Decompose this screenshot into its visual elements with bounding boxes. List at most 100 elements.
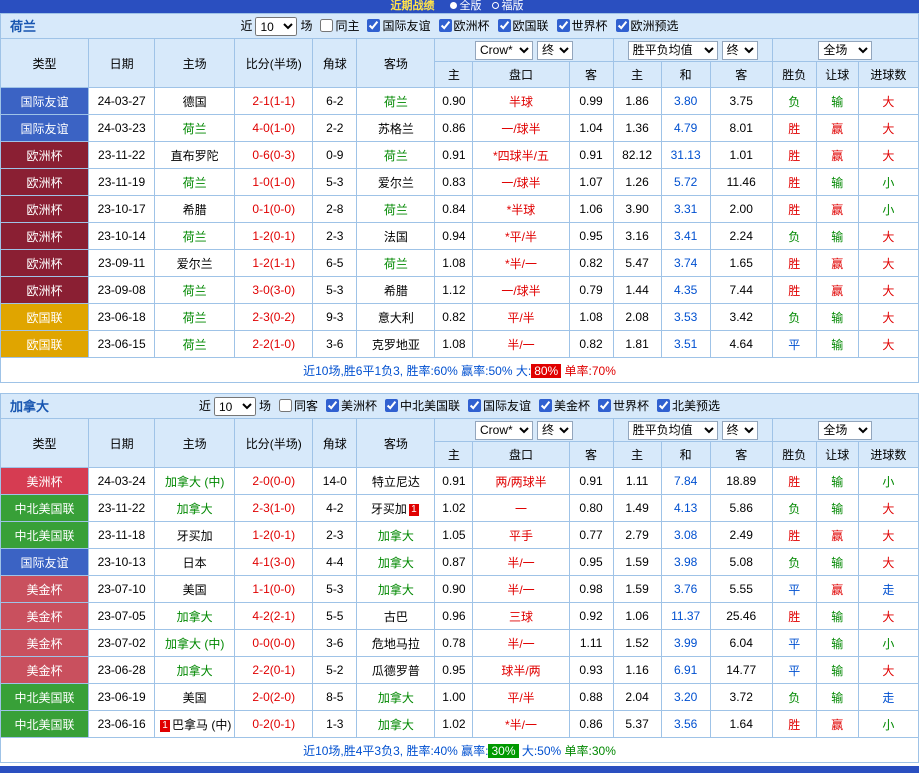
- league-filter[interactable]: 美金杯: [531, 399, 590, 413]
- team-link[interactable]: 荷兰: [183, 311, 207, 325]
- team-link[interactable]: 意大利: [378, 311, 414, 325]
- league-checkbox[interactable]: [598, 399, 612, 412]
- version-option-full[interactable]: 全版: [449, 0, 482, 12]
- col-score: 比分(半场): [234, 418, 314, 468]
- team-link[interactable]: 加拿大: [378, 691, 414, 705]
- same-venue-checkbox[interactable]: [278, 399, 292, 412]
- team-link[interactable]: 克罗地亚: [372, 338, 420, 352]
- team-link[interactable]: 巴拿马 (中): [172, 718, 231, 732]
- cell-score: 1-0(1-0): [234, 168, 314, 196]
- cell-handicap: 球半/两: [472, 656, 570, 684]
- same-venue-filter[interactable]: 同客: [271, 399, 318, 413]
- avg-odds-select[interactable]: 胜平负均值: [627, 40, 718, 60]
- final-avg-select[interactable]: 终: [721, 40, 758, 60]
- scope-select[interactable]: 全场: [818, 40, 873, 60]
- team-link[interactable]: 特立尼达: [372, 475, 420, 489]
- team-link[interactable]: 加拿大: [378, 718, 414, 732]
- version-option-lite[interactable]: 福版: [491, 0, 524, 12]
- team-link[interactable]: 爱尔兰: [378, 176, 414, 190]
- cell-date: 23-11-22: [88, 494, 156, 522]
- team-link[interactable]: 荷兰: [384, 257, 408, 271]
- odds-company-select[interactable]: Crow*: [474, 40, 533, 60]
- same-venue-checkbox[interactable]: [320, 19, 334, 32]
- team-link[interactable]: 日本: [183, 556, 207, 570]
- final-avg-select[interactable]: 终: [721, 420, 758, 440]
- league-filter[interactable]: 中北美国联: [377, 399, 460, 413]
- sub-handicap: 盘口: [472, 441, 570, 468]
- team-link[interactable]: 希腊: [384, 284, 408, 298]
- final-odds-select[interactable]: 终: [536, 420, 573, 440]
- team-link[interactable]: 美国: [183, 691, 207, 705]
- league-filter[interactable]: 欧国联: [490, 19, 549, 33]
- team-link[interactable]: 苏格兰: [378, 122, 414, 136]
- cell-result: 负: [771, 87, 817, 115]
- league-checkbox[interactable]: [657, 399, 671, 412]
- cell-avg-away: 1.64: [709, 710, 773, 738]
- avg-odds-select[interactable]: 胜平负均值: [627, 420, 718, 440]
- team-link[interactable]: 加拿大: [378, 583, 414, 597]
- league-checkbox[interactable]: [615, 19, 629, 32]
- league-filter[interactable]: 世界杯: [549, 19, 608, 33]
- cell-handicap: *平/半: [472, 222, 570, 250]
- final-odds-select[interactable]: 终: [536, 40, 573, 60]
- league-checkbox[interactable]: [539, 399, 553, 412]
- team-link[interactable]: 古巴: [384, 610, 408, 624]
- league-checkbox[interactable]: [325, 399, 339, 412]
- cell-date: 23-10-14: [88, 222, 156, 250]
- team-link[interactable]: 荷兰: [183, 230, 207, 244]
- league-filter[interactable]: 美洲杯: [318, 399, 377, 413]
- matches-table: 类型 日期 主场 比分(半场) 角球 客场 Crow* 终胜平负均值终全场主盘口客主和客胜负让…: [0, 38, 919, 383]
- league-checkbox[interactable]: [497, 19, 511, 32]
- team-link[interactable]: 荷兰: [384, 203, 408, 217]
- league-filter[interactable]: 欧洲预选: [608, 19, 679, 33]
- team-link[interactable]: 美国: [183, 583, 207, 597]
- team-link[interactable]: 德国: [183, 95, 207, 109]
- team-link[interactable]: 爱尔兰: [177, 257, 213, 271]
- cell-odds-away: 0.80: [568, 494, 614, 522]
- cell-goals: 大: [857, 656, 919, 684]
- league-checkbox[interactable]: [438, 19, 452, 32]
- team-link[interactable]: 牙买加: [177, 529, 213, 543]
- same-venue-filter[interactable]: 同主: [312, 19, 359, 33]
- league-filter[interactable]: 世界杯: [590, 399, 649, 413]
- cell-avg-draw: 3.08: [660, 521, 711, 549]
- team-link[interactable]: 荷兰: [384, 95, 408, 109]
- team-link[interactable]: 荷兰: [183, 338, 207, 352]
- league-filter[interactable]: 国际友谊: [359, 19, 431, 33]
- recent-count-select[interactable]: 10: [255, 17, 298, 37]
- team-link[interactable]: 加拿大: [177, 664, 213, 678]
- team-link[interactable]: 直布罗陀: [171, 149, 219, 163]
- league-checkbox[interactable]: [556, 19, 570, 32]
- team-link[interactable]: 荷兰: [183, 122, 207, 136]
- team-link[interactable]: 加拿大 (中): [165, 637, 224, 651]
- scope-select[interactable]: 全场: [818, 420, 873, 440]
- league-filter[interactable]: 国际友谊: [460, 399, 531, 413]
- sub-avg-home: 主: [612, 441, 662, 468]
- league-filter[interactable]: 欧洲杯: [431, 19, 490, 33]
- team-link[interactable]: 希腊: [183, 203, 207, 217]
- team-link[interactable]: 危地马拉: [372, 637, 420, 651]
- team-link[interactable]: 荷兰: [183, 176, 207, 190]
- team-link[interactable]: 加拿大: [378, 529, 414, 543]
- cell-result: 平: [771, 575, 817, 603]
- team-link[interactable]: 加拿大: [177, 502, 213, 516]
- team-name: 荷兰: [10, 19, 37, 34]
- team-link[interactable]: 加拿大 (中): [165, 475, 224, 489]
- team-link[interactable]: 法国: [384, 230, 408, 244]
- team-link[interactable]: 牙买加: [371, 502, 407, 516]
- team-link[interactable]: 荷兰: [384, 149, 408, 163]
- recent-count-select[interactable]: 10: [213, 397, 256, 417]
- filter-label: 欧洲预选: [630, 19, 679, 33]
- team-link[interactable]: 荷兰: [183, 284, 207, 298]
- cell-date: 24-03-23: [88, 114, 156, 142]
- league-checkbox[interactable]: [384, 399, 398, 412]
- league-checkbox[interactable]: [468, 399, 481, 412]
- league-checkbox[interactable]: [367, 19, 381, 32]
- team-link[interactable]: 加拿大: [378, 556, 414, 570]
- team-link[interactable]: 瓜德罗普: [372, 664, 420, 678]
- odds-company-select[interactable]: Crow*: [474, 420, 533, 440]
- summary-row: 近10场,胜4平3负3, 胜率:40% 赢率: 30% 大:50% 单率:30%: [0, 737, 919, 763]
- cell-handicap: 一/球半: [472, 276, 570, 304]
- team-link[interactable]: 加拿大: [177, 610, 213, 624]
- league-filter[interactable]: 北美预选: [649, 399, 720, 413]
